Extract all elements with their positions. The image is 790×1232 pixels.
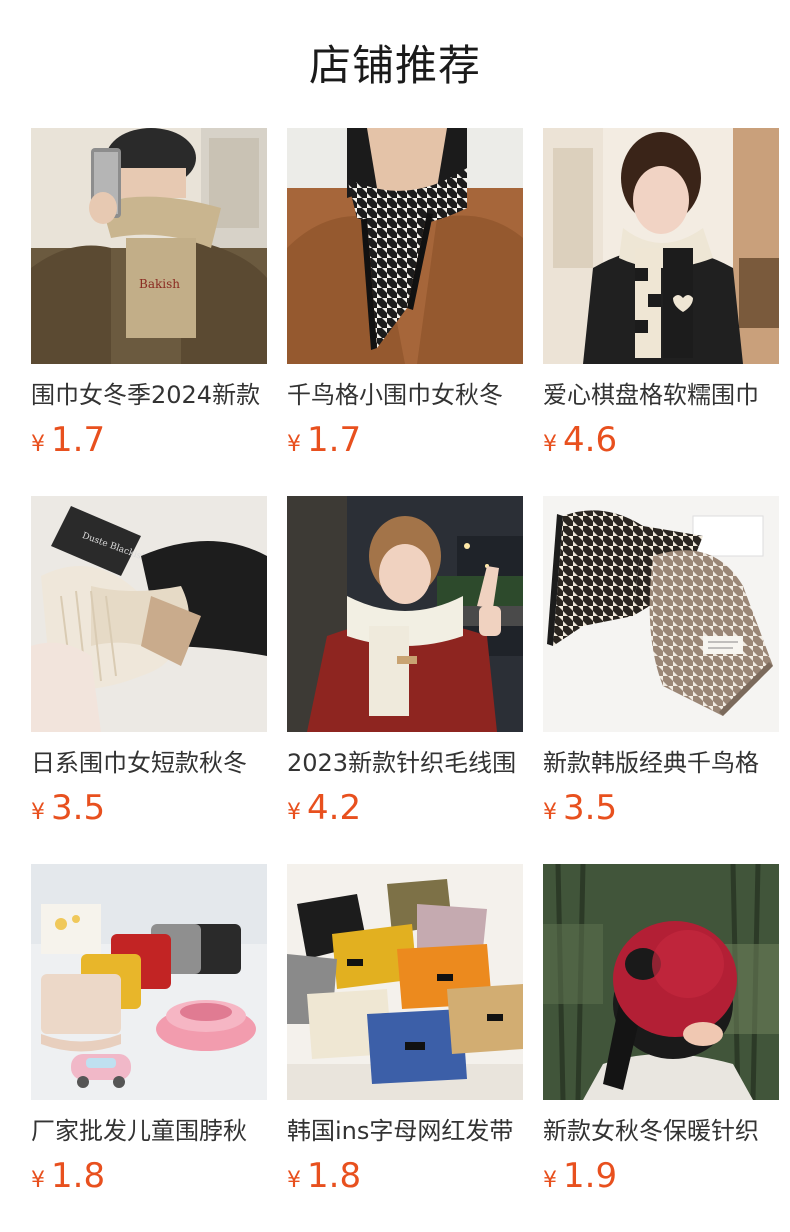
product-image[interactable] <box>543 496 779 732</box>
product-name[interactable]: 韩国ins字母网红发带 <box>287 1114 523 1148</box>
product-card[interactable]: Duste Blackish 日系围巾女短款秋冬 ¥3.5 <box>31 496 267 864</box>
product-price: ¥1.7 <box>287 418 523 462</box>
product-price: ¥1.9 <box>543 1154 779 1198</box>
product-image[interactable]: Bakish <box>31 128 267 364</box>
product-card[interactable]: 韩国ins字母网红发带 ¥1.8 <box>287 864 523 1232</box>
svg-text:Bakish: Bakish <box>139 277 180 291</box>
product-card[interactable]: 千鸟格小围巾女秋冬 ¥1.7 <box>287 128 523 496</box>
product-price: ¥1.8 <box>287 1154 523 1198</box>
product-card[interactable]: 爱心棋盘格软糯围巾 ¥4.6 <box>543 128 779 496</box>
product-image[interactable] <box>543 128 779 364</box>
product-price: ¥4.6 <box>543 418 779 462</box>
product-name[interactable]: 2023新款针织毛线围 <box>287 746 523 780</box>
product-price: ¥1.8 <box>31 1154 267 1198</box>
product-image[interactable] <box>287 496 523 732</box>
product-card[interactable]: 厂家批发儿童围脖秋 ¥1.8 <box>31 864 267 1232</box>
currency-symbol: ¥ <box>31 1168 45 1193</box>
price-value: 1.9 <box>563 1156 618 1196</box>
price-value: 4.2 <box>307 788 362 828</box>
price-value: 3.5 <box>51 788 106 828</box>
product-price: ¥1.7 <box>31 418 267 462</box>
beige-knit-scarf-photo: Bakish <box>31 128 267 364</box>
price-value: 4.6 <box>563 420 618 460</box>
product-price: ¥3.5 <box>543 786 779 830</box>
product-name[interactable]: 新款韩版经典千鸟格 <box>543 746 779 780</box>
currency-symbol: ¥ <box>287 1168 301 1193</box>
currency-symbol: ¥ <box>287 432 301 457</box>
price-value: 1.8 <box>51 1156 106 1196</box>
product-image[interactable] <box>31 864 267 1100</box>
product-card[interactable]: Bakish 围巾女冬季2024新款 ¥1.7 <box>31 128 267 496</box>
product-image[interactable]: Duste Blackish <box>31 496 267 732</box>
product-image[interactable] <box>543 864 779 1100</box>
product-card[interactable]: 2023新款针织毛线围 ¥4.2 <box>287 496 523 864</box>
product-name[interactable]: 日系围巾女短款秋冬 <box>31 746 267 780</box>
price-value: 1.8 <box>307 1156 362 1196</box>
price-value: 1.7 <box>307 420 362 460</box>
product-image[interactable] <box>287 128 523 364</box>
product-card[interactable]: 新款女秋冬保暖针织 ¥1.9 <box>543 864 779 1232</box>
kids-neck-warmer-photo <box>31 864 267 1100</box>
houndstooth-scarf-photo <box>287 128 523 364</box>
currency-symbol: ¥ <box>543 800 557 825</box>
currency-symbol: ¥ <box>543 432 557 457</box>
product-name[interactable]: 厂家批发儿童围脖秋 <box>31 1114 267 1148</box>
product-name[interactable]: 新款女秋冬保暖针织 <box>543 1114 779 1148</box>
knit-headband-photo <box>287 864 523 1100</box>
white-knit-scarf-photo <box>287 496 523 732</box>
currency-symbol: ¥ <box>31 800 45 825</box>
product-name[interactable]: 围巾女冬季2024新款 <box>31 378 267 412</box>
heart-checker-scarf-photo <box>543 128 779 364</box>
ribbed-bow-scarf-photo: Duste Blackish <box>31 496 267 732</box>
currency-symbol: ¥ <box>31 432 45 457</box>
product-price: ¥3.5 <box>31 786 267 830</box>
price-value: 3.5 <box>563 788 618 828</box>
product-card[interactable]: 新款韩版经典千鸟格 ¥3.5 <box>543 496 779 864</box>
product-grid: Bakish 围巾女冬季2024新款 ¥1.7 千鸟格小围巾女秋冬 ¥ 1.7 … <box>31 128 779 1232</box>
price-value: 1.7 <box>51 420 106 460</box>
product-image[interactable] <box>287 864 523 1100</box>
product-name[interactable]: 爱心棋盘格软糯围巾 <box>543 378 779 412</box>
currency-symbol: ¥ <box>287 800 301 825</box>
product-name[interactable]: 千鸟格小围巾女秋冬 <box>287 378 523 412</box>
red-knit-hat-photo <box>543 864 779 1100</box>
page-title: 店铺推荐 <box>308 41 481 90</box>
product-price: ¥4.2 <box>287 786 523 830</box>
houndstooth-pair-photo <box>543 496 779 732</box>
currency-symbol: ¥ <box>543 1168 557 1193</box>
